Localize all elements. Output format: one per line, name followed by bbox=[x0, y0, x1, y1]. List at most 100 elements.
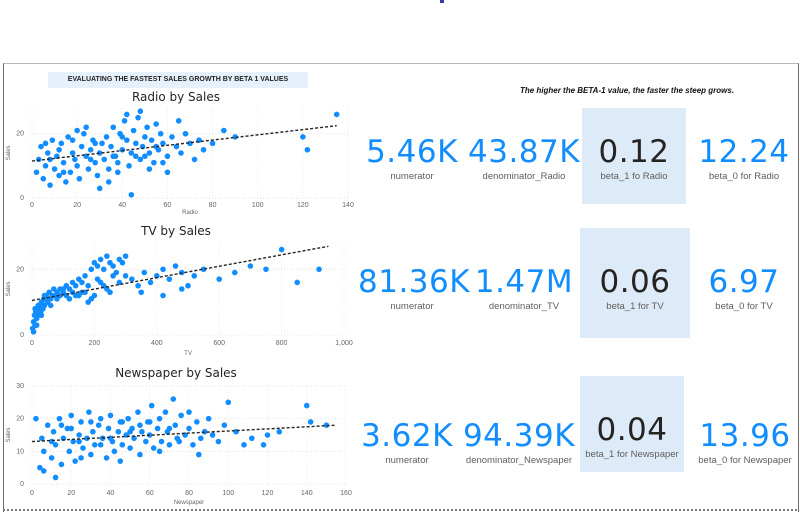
scatter-point[interactable] bbox=[160, 292, 166, 299]
scatter-point[interactable] bbox=[127, 445, 133, 451]
scatter-point[interactable] bbox=[76, 432, 82, 438]
scatter-point[interactable] bbox=[74, 127, 80, 134]
scatter-point[interactable] bbox=[83, 124, 89, 131]
scatter-point[interactable] bbox=[56, 415, 63, 422]
scatter-point[interactable] bbox=[105, 425, 112, 432]
scatter-point[interactable] bbox=[114, 169, 121, 176]
scatter-point[interactable] bbox=[76, 175, 83, 182]
scatter-point[interactable] bbox=[191, 156, 198, 163]
scatter-point[interactable] bbox=[33, 322, 40, 328]
scatter-point[interactable] bbox=[128, 150, 135, 156]
scatter-point[interactable] bbox=[103, 134, 110, 140]
scatter-point[interactable] bbox=[130, 127, 137, 134]
scatter-point[interactable] bbox=[225, 399, 232, 406]
scatter-point[interactable] bbox=[172, 263, 179, 269]
scatter-point[interactable] bbox=[176, 438, 182, 445]
scatter-point[interactable] bbox=[148, 137, 155, 143]
scatter-point[interactable] bbox=[150, 445, 157, 451]
scatter-point[interactable] bbox=[65, 134, 71, 140]
scatter-point[interactable] bbox=[42, 140, 49, 147]
scatter-point[interactable] bbox=[72, 282, 79, 289]
scatter-point[interactable] bbox=[148, 402, 155, 409]
scatter-point[interactable] bbox=[197, 435, 204, 442]
scatter-point[interactable] bbox=[33, 415, 39, 422]
scatter-point[interactable] bbox=[107, 435, 114, 442]
scatter-point[interactable] bbox=[67, 169, 74, 176]
scatter-point[interactable] bbox=[48, 438, 55, 445]
scatter-point[interactable] bbox=[100, 266, 107, 273]
scatter-point[interactable] bbox=[85, 282, 91, 289]
scatter-point[interactable] bbox=[88, 419, 94, 425]
scatter-point[interactable] bbox=[133, 140, 139, 147]
scatter-point[interactable] bbox=[74, 163, 80, 169]
scatter-point[interactable] bbox=[209, 140, 216, 147]
scatter-point[interactable] bbox=[196, 451, 202, 458]
scatter-point[interactable] bbox=[95, 422, 102, 428]
scatter-point[interactable] bbox=[60, 159, 67, 166]
scatter-point[interactable] bbox=[99, 140, 105, 147]
scatter-point[interactable] bbox=[69, 150, 76, 156]
scatter-point[interactable] bbox=[56, 146, 62, 153]
scatter-point[interactable] bbox=[58, 422, 65, 428]
scatter-point[interactable] bbox=[249, 435, 255, 442]
scatter-point[interactable] bbox=[68, 412, 75, 419]
scatter-point[interactable] bbox=[216, 276, 222, 282]
scatter-point[interactable] bbox=[194, 419, 200, 425]
scatter-point[interactable] bbox=[166, 442, 173, 448]
scatter-point[interactable] bbox=[78, 455, 84, 461]
scatter-point[interactable] bbox=[164, 169, 171, 176]
scatter-point[interactable] bbox=[247, 263, 254, 269]
scatter-point[interactable] bbox=[141, 269, 148, 276]
scatter-point[interactable] bbox=[142, 153, 148, 160]
scatter-point[interactable] bbox=[38, 143, 44, 150]
scatter-point[interactable] bbox=[122, 273, 129, 279]
scatter-point[interactable] bbox=[166, 276, 173, 282]
scatter-point[interactable] bbox=[178, 412, 184, 419]
scatter-point[interactable] bbox=[209, 432, 216, 438]
scatter-point[interactable] bbox=[121, 118, 128, 124]
scatter-point[interactable] bbox=[138, 289, 144, 296]
scatter-point[interactable] bbox=[115, 428, 122, 435]
scatter-point[interactable] bbox=[54, 296, 60, 302]
scatter-point[interactable] bbox=[60, 169, 67, 176]
scatter-point[interactable] bbox=[87, 156, 94, 163]
scatter-point[interactable] bbox=[81, 130, 87, 137]
scatter-point[interactable] bbox=[40, 448, 47, 455]
scatter-point[interactable] bbox=[110, 153, 117, 160]
scatter-point[interactable] bbox=[108, 143, 114, 150]
scatter-point[interactable] bbox=[88, 451, 94, 458]
scatter-point[interactable] bbox=[107, 289, 113, 296]
scatter-point[interactable] bbox=[205, 415, 212, 422]
scatter-point[interactable] bbox=[303, 402, 310, 409]
scatter-point[interactable] bbox=[124, 111, 130, 118]
scatter-point[interactable] bbox=[78, 143, 85, 150]
scatter-point[interactable] bbox=[88, 296, 95, 302]
scatter-point[interactable] bbox=[92, 159, 98, 166]
scatter-point[interactable] bbox=[215, 438, 222, 445]
scatter-point[interactable] bbox=[69, 137, 76, 143]
scatter-point[interactable] bbox=[154, 425, 161, 432]
scatter-point[interactable] bbox=[221, 127, 227, 134]
scatter-point[interactable] bbox=[52, 474, 59, 481]
scatter-point[interactable] bbox=[122, 253, 129, 259]
scatter-point[interactable] bbox=[164, 153, 171, 160]
scatter-point[interactable] bbox=[85, 166, 92, 172]
scatter-point[interactable] bbox=[48, 455, 55, 461]
scatter-point[interactable] bbox=[80, 445, 86, 451]
scatter-point[interactable] bbox=[78, 419, 84, 425]
scatter-point[interactable] bbox=[119, 259, 126, 266]
scatter-point[interactable] bbox=[50, 428, 57, 435]
scatter-point[interactable] bbox=[333, 111, 340, 118]
scatter-point[interactable] bbox=[307, 419, 314, 425]
scatter-point[interactable] bbox=[127, 428, 133, 435]
scatter-point[interactable] bbox=[232, 269, 238, 276]
scatter-point[interactable] bbox=[110, 273, 116, 279]
scatter-point[interactable] bbox=[166, 425, 173, 432]
scatter-point[interactable] bbox=[172, 422, 179, 428]
scatter-point[interactable] bbox=[156, 448, 163, 455]
scatter-point[interactable] bbox=[137, 451, 143, 458]
scatter-point[interactable] bbox=[135, 282, 141, 289]
scatter-point[interactable] bbox=[169, 134, 175, 140]
scatter-point[interactable] bbox=[97, 256, 104, 263]
scatter-point[interactable] bbox=[60, 286, 66, 292]
